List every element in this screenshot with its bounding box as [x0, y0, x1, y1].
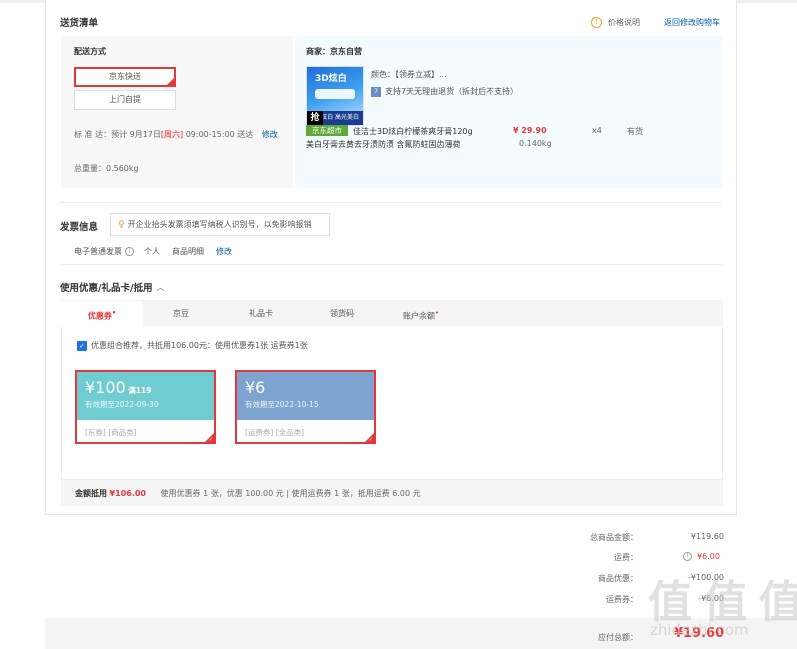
- discount-summary: 金额抵用 ¥106.00 使用优惠券 1 张，优惠 100.00 元 | 使用运…: [75, 489, 421, 498]
- info-circle-icon: !: [591, 17, 602, 28]
- merchant-name: 商家：京东自营: [306, 47, 362, 56]
- tab-coupons[interactable]: 优惠券•: [61, 301, 143, 326]
- jd-supermarket-badge: 京东超市: [306, 125, 348, 136]
- checkbox-checked[interactable]: ✓: [77, 340, 87, 351]
- tab-gift-card[interactable]: 礼品卡: [220, 301, 302, 326]
- check-icon: ✓: [208, 437, 213, 443]
- product-qty: x4: [592, 126, 602, 135]
- tab-jd-beans[interactable]: 京豆: [140, 301, 222, 326]
- delivery-title: 送货清单: [60, 18, 99, 29]
- return-policy-icon: 7: [371, 86, 381, 97]
- divider: [60, 202, 722, 203]
- goods-discount-label: 商品优惠：: [598, 574, 638, 583]
- payable-label: 应付总额：: [598, 633, 638, 642]
- discount-toggle[interactable]: 使用优惠/礼品卡/抵用 ︿: [60, 280, 165, 295]
- lightbulb-icon: ♀: [118, 219, 125, 230]
- product-price: ¥ 29.90: [513, 126, 547, 135]
- divider: [60, 264, 722, 265]
- tab-redeem-code[interactable]: 领货码: [301, 301, 383, 326]
- invoice-title: 发票信息: [60, 222, 99, 233]
- check-icon: ✓: [368, 437, 373, 443]
- return-policy: 7 支持7天无理由退货（拆封后不支持）: [371, 86, 518, 97]
- total-goods-label: 总商品金额：: [590, 533, 638, 542]
- product-stock: 有货: [627, 127, 643, 136]
- watermark-url: zhidezhi.com: [650, 621, 749, 639]
- product-title-line2[interactable]: 美白牙膏去黄去牙渍防渍 含氟防蛀固齿薄荷: [306, 139, 461, 150]
- eta-edit-link[interactable]: 修改: [262, 130, 278, 139]
- delivery-eta: 标 准 达：预计 9月17日[周六] 09:00-15:00 送达 修改: [74, 130, 278, 139]
- product-thumbnail[interactable]: 3D炫白 3D炫白 高光美白 抢: [306, 66, 364, 126]
- method-self-pickup[interactable]: 上门自提: [74, 90, 176, 110]
- dot-indicator: •: [111, 309, 117, 317]
- invoice-details: 电子普通发票 i 个人 商品明细 修改: [74, 246, 232, 257]
- invoice-tip: ♀ 开企业抬头发票须填写纳税人识别号，以免影响报销: [110, 213, 330, 236]
- total-goods-value: ¥119.60: [690, 532, 724, 541]
- total-weight: 总重量：0.560kg: [74, 164, 139, 173]
- tab-account-balance[interactable]: 账户余额•: [380, 301, 462, 326]
- shipping-label: 运费：: [614, 553, 638, 562]
- grab-tag: 抢: [307, 111, 323, 125]
- invoice-edit-link[interactable]: 修改: [216, 246, 232, 257]
- shipping-coupon-label: 运费券：: [606, 595, 638, 604]
- coupon-card[interactable]: ¥6 有效期至2022-10-15 [运费券] [全品类] ✓: [235, 370, 376, 444]
- product-weight: 0.140kg: [519, 139, 552, 148]
- info-circle-icon[interactable]: !: [683, 552, 692, 561]
- toothpaste-graphic: [315, 89, 355, 99]
- method-jd-express[interactable]: 京东快送 ✓: [74, 67, 176, 87]
- back-to-cart-link[interactable]: 返回修改购物车: [664, 17, 720, 28]
- chevron-up-icon: ︿: [156, 282, 165, 292]
- shipping-fee: ! ¥6.00: [683, 552, 720, 561]
- product-title[interactable]: 佳洁士3D炫白柠檬茶爽牙膏120g: [353, 126, 473, 137]
- method-label: 配送方式: [74, 47, 106, 56]
- combo-recommend[interactable]: ✓ 优惠组合推荐，共抵用106.00元：使用优惠券1张 运费券1张: [77, 340, 308, 351]
- product-color: 颜色：【领券立减】...: [371, 70, 447, 79]
- info-icon[interactable]: i: [125, 247, 134, 256]
- price-help-link[interactable]: ! 价格说明: [591, 17, 640, 28]
- check-icon: ✓: [169, 75, 174, 81]
- dot-indicator: •: [435, 309, 439, 317]
- coupon-card[interactable]: ¥100 满119 有效期至2022-09-30 [东券] [商品类] ✓: [75, 370, 216, 444]
